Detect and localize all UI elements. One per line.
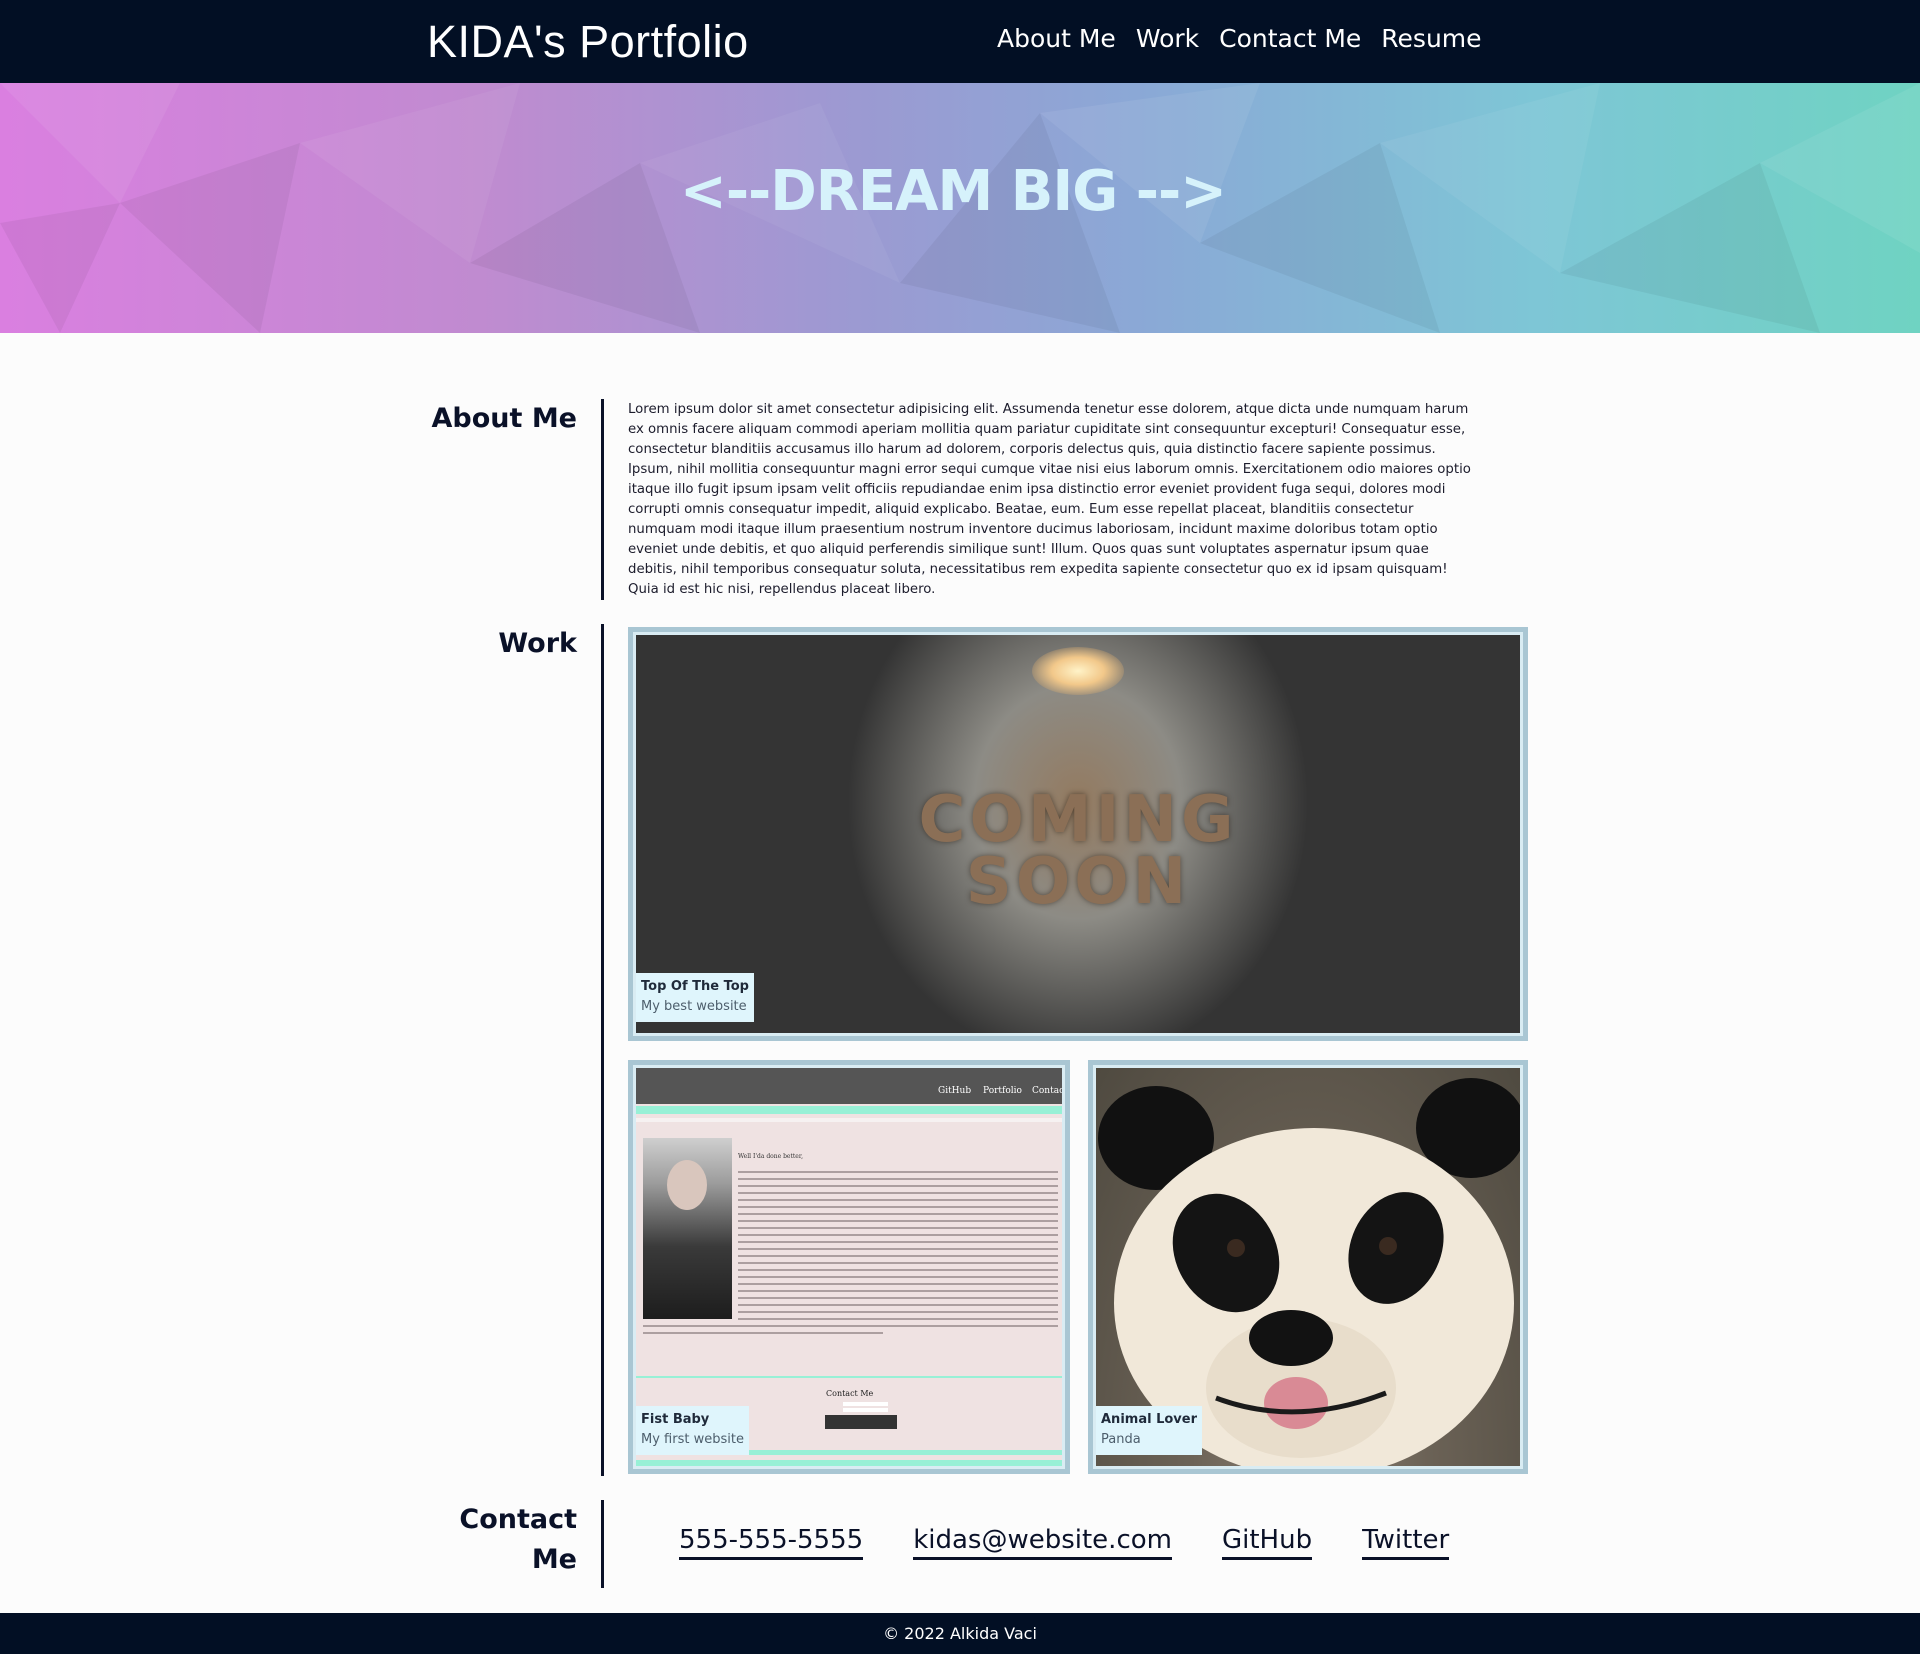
project-subtitle: My best website bbox=[641, 999, 747, 1014]
screenshot-stripe bbox=[636, 1106, 1062, 1114]
hero-banner: <--DREAM BIG --> bbox=[0, 83, 1920, 333]
phone-link[interactable]: 555-555-5555 bbox=[679, 1525, 864, 1560]
project-caption: Top Of The Top My best website bbox=[636, 973, 754, 1022]
screenshot-nav-contact: Contact bbox=[1032, 1086, 1062, 1096]
project-title: Fist Baby bbox=[641, 1412, 710, 1427]
main-nav: About Me Work Contact Me Resume bbox=[997, 24, 1482, 53]
project-caption: Fist Baby My first website bbox=[636, 1406, 749, 1455]
project-card-top-of-the-top[interactable]: COMING SOON Top Of The Top My best websi… bbox=[628, 627, 1528, 1041]
twitter-link[interactable]: Twitter bbox=[1362, 1525, 1450, 1560]
contact-divider bbox=[601, 1500, 604, 1588]
nav-link-about[interactable]: About Me bbox=[997, 24, 1116, 53]
github-link[interactable]: GitHub bbox=[1221, 1525, 1313, 1560]
contact-heading: Contact Me bbox=[407, 1500, 577, 1580]
screenshot-contact-title: Contact Me bbox=[826, 1389, 874, 1398]
screenshot-stripe bbox=[636, 1118, 1062, 1122]
screenshot-stripe bbox=[636, 1376, 1062, 1378]
nav-link-contact[interactable]: Contact Me bbox=[1219, 24, 1361, 53]
project-subtitle: Panda bbox=[1101, 1432, 1141, 1447]
site-brand[interactable]: KIDA's Portfolio bbox=[427, 16, 749, 68]
nav-link-resume[interactable]: Resume bbox=[1381, 24, 1481, 53]
spotlight-icon bbox=[1032, 647, 1124, 695]
about-text: Lorem ipsum dolor sit amet consectetur a… bbox=[628, 402, 1471, 597]
hero-title: <--DREAM BIG --> bbox=[679, 159, 1227, 224]
footer: © 2022 Alkida Vaci bbox=[0, 1613, 1920, 1654]
nav-link-work[interactable]: Work bbox=[1136, 24, 1199, 53]
contact-links: 555-555-5555 kidas@website.com GitHub Tw… bbox=[679, 1525, 1450, 1560]
project-card-fist-baby[interactable]: GitHub Portfolio Contact Well I'da done … bbox=[628, 1060, 1070, 1474]
coming-soon-image: COMING SOON bbox=[636, 635, 1520, 1033]
screenshot-nav-portfolio: Portfolio bbox=[983, 1086, 1022, 1096]
project-title: Animal Lover bbox=[1101, 1412, 1197, 1427]
about-heading: About Me bbox=[431, 403, 577, 434]
about-divider bbox=[601, 399, 604, 600]
screenshot-nav-github: GitHub bbox=[938, 1086, 972, 1096]
screenshot-send-button bbox=[825, 1415, 897, 1429]
project-subtitle: My first website bbox=[641, 1432, 744, 1447]
project-caption: Animal Lover Panda bbox=[1096, 1406, 1202, 1455]
screenshot-stripe bbox=[636, 1460, 1062, 1466]
email-link[interactable]: kidas@website.com bbox=[913, 1525, 1172, 1560]
work-divider bbox=[601, 624, 604, 1476]
screenshot-portrait bbox=[643, 1138, 732, 1319]
project-card-animal-lover[interactable]: Animal Lover Panda bbox=[1088, 1060, 1528, 1474]
copyright-text: © 2022 Alkida Vaci bbox=[883, 1624, 1037, 1643]
contact-heading-line2: Me bbox=[531, 1544, 577, 1575]
contact-heading-line1: Contact bbox=[459, 1504, 577, 1535]
screenshot-navbar: GitHub Portfolio Contact bbox=[636, 1068, 1062, 1104]
project-title: Top Of The Top bbox=[641, 979, 749, 994]
top-navbar: KIDA's Portfolio About Me Work Contact M… bbox=[0, 0, 1920, 83]
soon-word: SOON bbox=[965, 845, 1191, 919]
work-heading: Work bbox=[498, 628, 577, 659]
screenshot-greeting: Well I'da done better, bbox=[738, 1153, 803, 1160]
